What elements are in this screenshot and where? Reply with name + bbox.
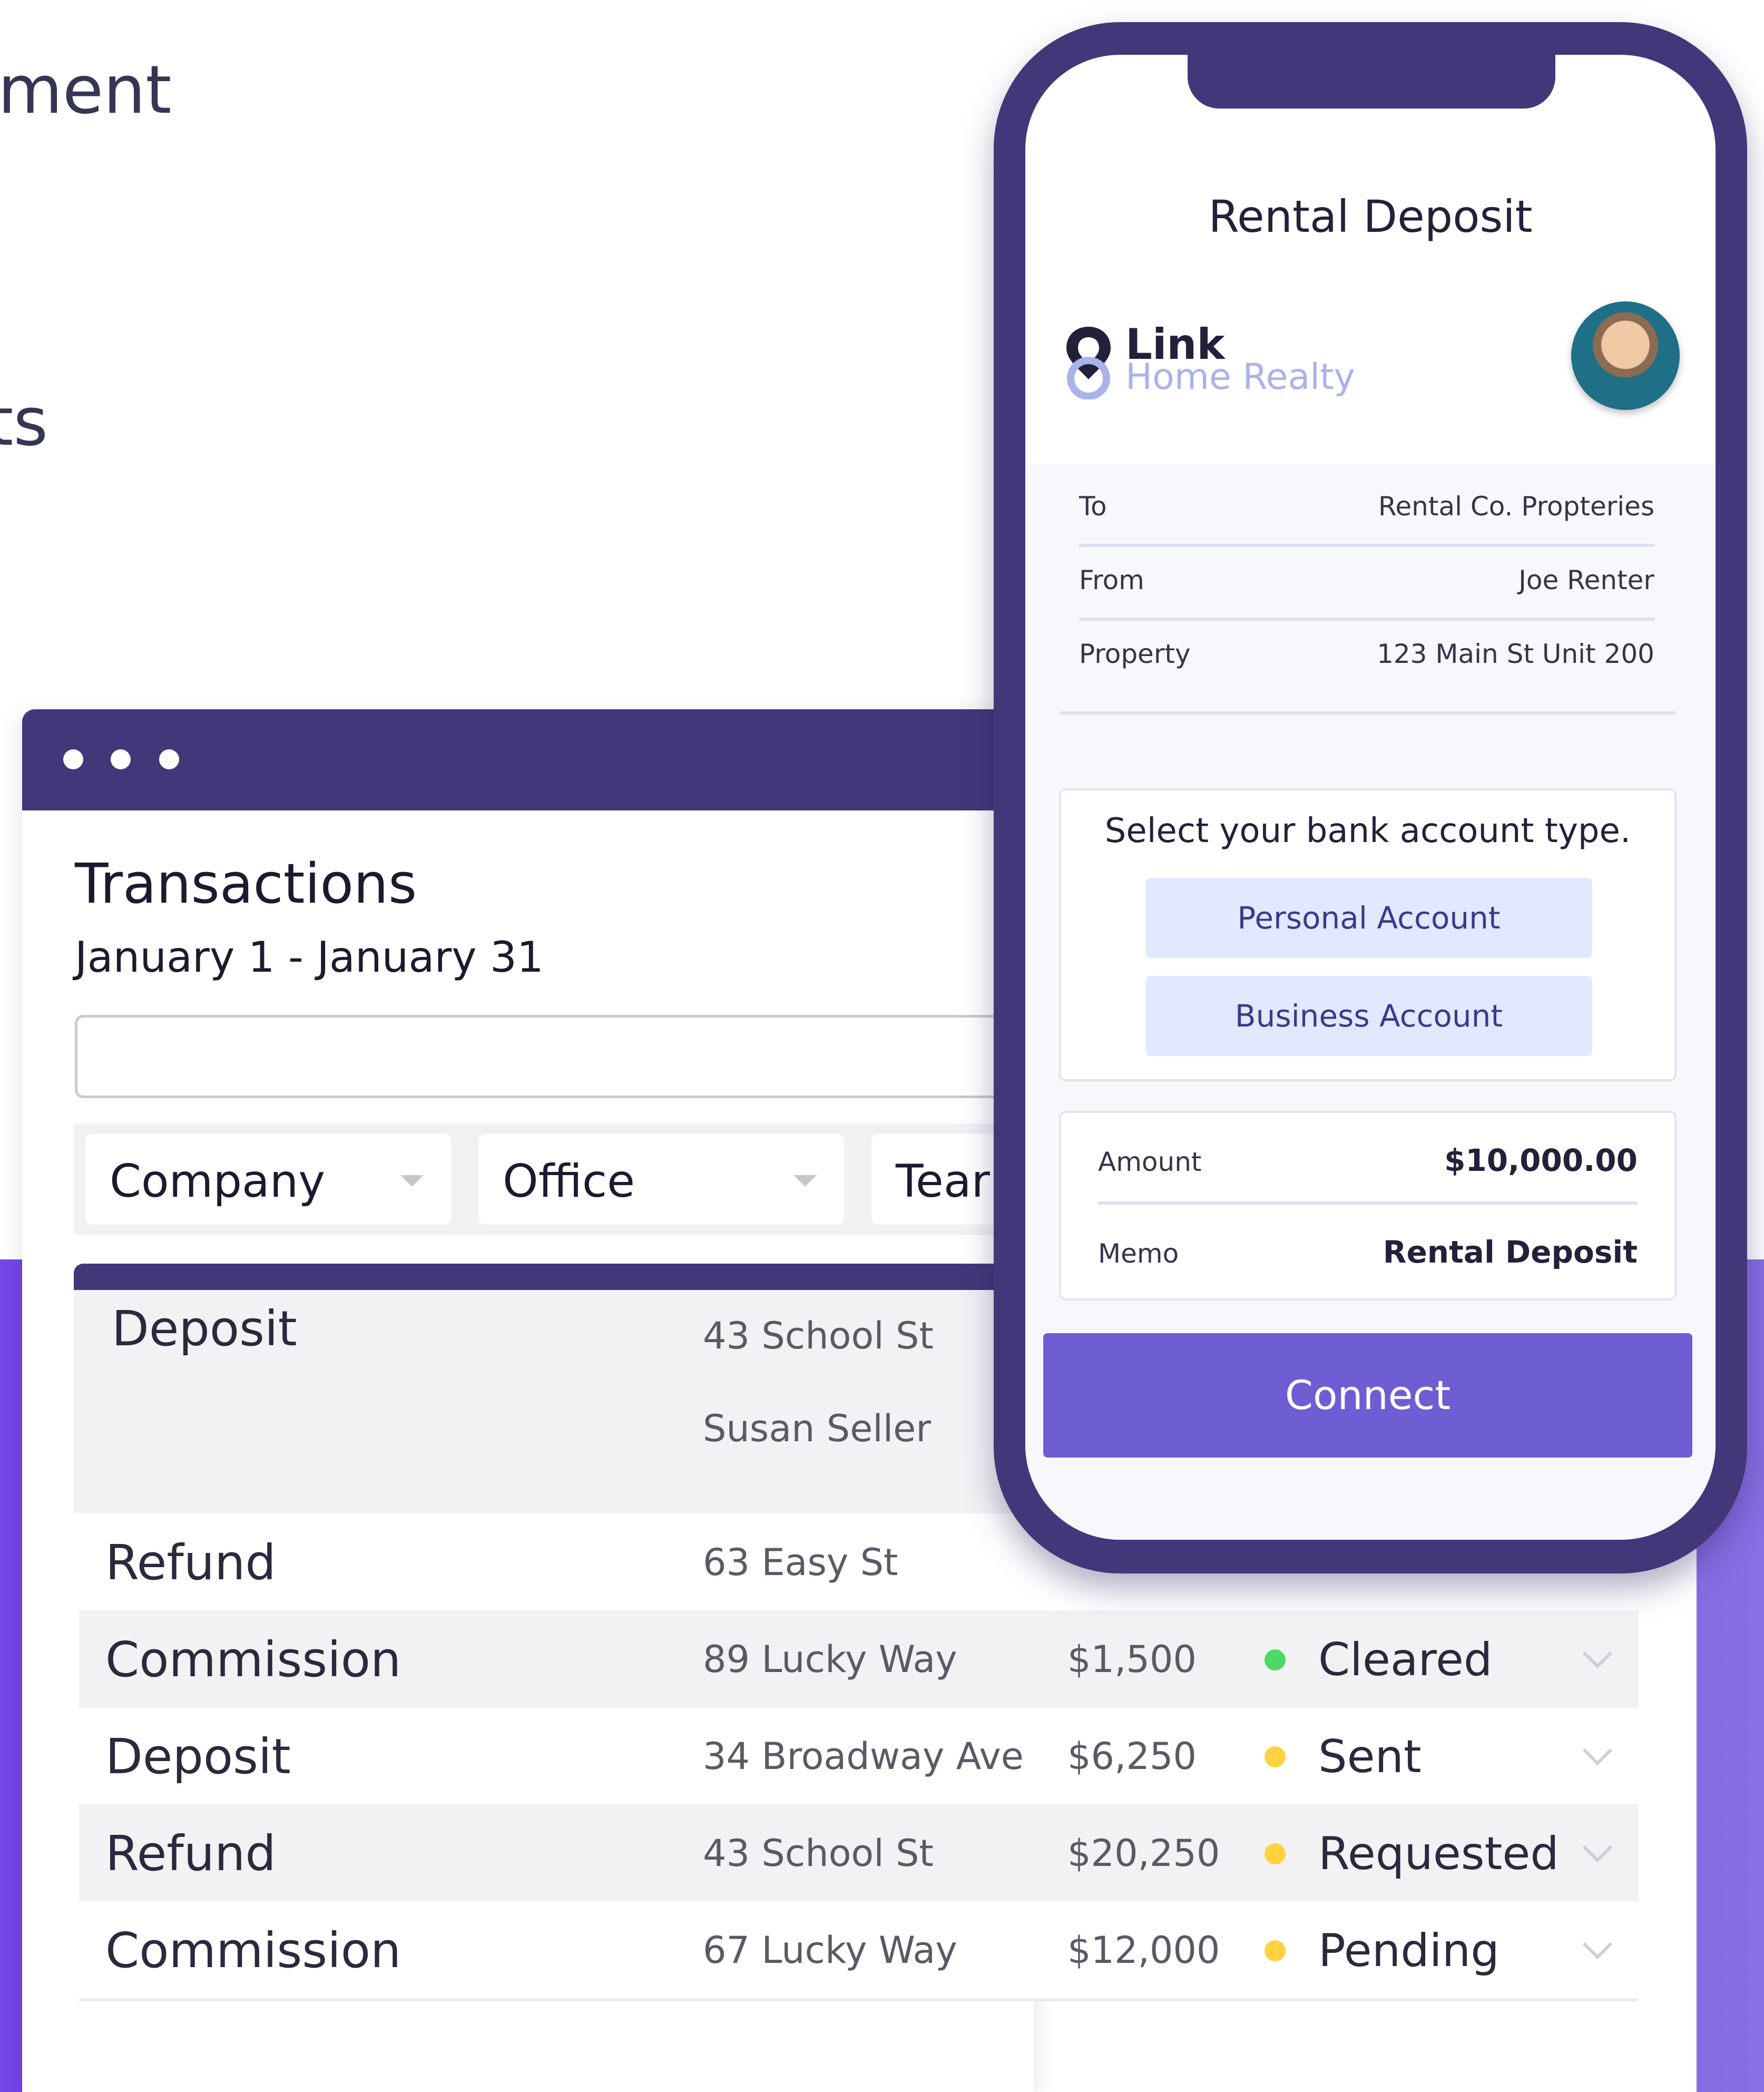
transaction-amount: $20,250 [1067,1832,1220,1875]
table-row[interactable]: Refund 43 School St $20,250 Requested [79,1804,1639,1901]
avatar [1571,301,1680,410]
chevron-down-icon[interactable] [1582,1735,1613,1766]
window-dot [63,749,83,769]
memo-value: Rental Deposit [1383,1234,1638,1270]
transaction-party: Susan Seller [703,1407,932,1450]
transaction-address: 43 School St [703,1314,934,1357]
hero-heading-line2: ts [0,383,48,461]
account-type-prompt: Select your bank account type. [1104,812,1631,851]
detail-row-from: From Joe Renter [1079,544,1654,618]
transaction-type: Refund [105,1825,276,1882]
phone-title: Rental Deposit [1208,191,1533,242]
location-pin-logo-icon [1066,327,1111,399]
status-dot [1265,1649,1286,1670]
phone-mockup: Rental Deposit Link Home Realty To Renta… [994,22,1747,1573]
business-account-button[interactable]: Business Account [1145,976,1592,1056]
status-label: Requested [1318,1827,1559,1880]
transaction-address: 34 Broadway Ave [703,1735,1024,1778]
status-dot [1265,1746,1286,1767]
status-label: Pending [1318,1924,1500,1977]
table-row[interactable]: Deposit 34 Broadway Ave $6,250 Sent [79,1707,1639,1804]
transaction-type: Commission [105,1922,401,1979]
detail-value: 123 Main St Unit 200 [1377,639,1654,669]
amount-value: $10,000.00 [1444,1142,1638,1178]
transaction-address: 43 School St [703,1832,934,1875]
office-filter[interactable]: Office [478,1134,844,1225]
status-dot [1265,1843,1286,1864]
window-titlebar [22,709,1034,810]
personal-account-button[interactable]: Personal Account [1145,878,1592,958]
brand-subtitle: Home Realty [1125,356,1355,398]
divider [1098,1201,1638,1205]
transaction-amount: $6,250 [1067,1735,1197,1778]
detail-value: Joe Renter [1518,565,1654,595]
date-range: January 1 - January 31 [75,933,544,982]
detail-row-to: To Rental Co. Propteries [1079,470,1654,544]
divider [1060,711,1675,715]
amount-label: Amount [1098,1147,1202,1177]
transaction-amount: $1,500 [1067,1638,1197,1681]
window-dot [111,749,131,769]
account-type-card: Select your bank account type. Personal … [1059,788,1677,1081]
chevron-down-icon[interactable] [1582,1832,1613,1863]
chevron-down-icon[interactable] [1582,1638,1613,1669]
detail-row-property: Property 123 Main St Unit 200 [1079,618,1654,691]
hero-heading-line1: ment [0,51,172,129]
phone-notch [1188,55,1555,109]
phone-screen: Rental Deposit Link Home Realty To Renta… [1025,55,1716,1540]
connect-button[interactable]: Connect [1043,1333,1692,1458]
transaction-type: Refund [105,1534,276,1591]
team-filter-label: Tear [896,1155,990,1208]
company-filter[interactable]: Company [85,1134,451,1225]
chevron-down-icon [793,1175,817,1187]
transaction-amount: $12,000 [1067,1929,1220,1972]
company-filter-label: Company [110,1155,326,1208]
transaction-address: 63 Easy St [703,1541,898,1584]
memo-label: Memo [1098,1238,1179,1269]
chevron-down-icon [400,1175,424,1187]
detail-label: To [1079,491,1107,522]
chevron-down-icon[interactable] [1582,1929,1613,1960]
transaction-address: 67 Lucky Way [703,1929,957,1972]
table-row[interactable]: Commission 89 Lucky Way $1,500 Cleared [79,1610,1639,1707]
transaction-type: Deposit [105,1728,291,1785]
status-label: Cleared [1318,1634,1493,1686]
page-title: Transactions [75,852,417,916]
transaction-address: 89 Lucky Way [703,1638,957,1681]
amount-card: Amount $10,000.00 Memo Rental Deposit [1059,1111,1677,1301]
detail-label: From [1079,565,1144,595]
search-input[interactable] [75,1015,1076,1098]
transaction-type: Deposit [112,1301,297,1357]
table-row[interactable]: Commission 67 Lucky Way $12,000 Pending [79,1901,1639,2001]
transactions-window: Transactions January 1 - January 31 Comp… [22,709,1644,2092]
detail-label: Property [1079,639,1191,669]
status-dot [1265,1940,1286,1961]
window-dot [159,749,179,769]
office-filter-label: Office [503,1155,635,1208]
filter-bar: Company Office Tear [74,1123,1237,1235]
transaction-type: Commission [105,1631,401,1688]
detail-value: Rental Co. Propteries [1378,491,1654,522]
status-label: Sent [1318,1731,1422,1783]
